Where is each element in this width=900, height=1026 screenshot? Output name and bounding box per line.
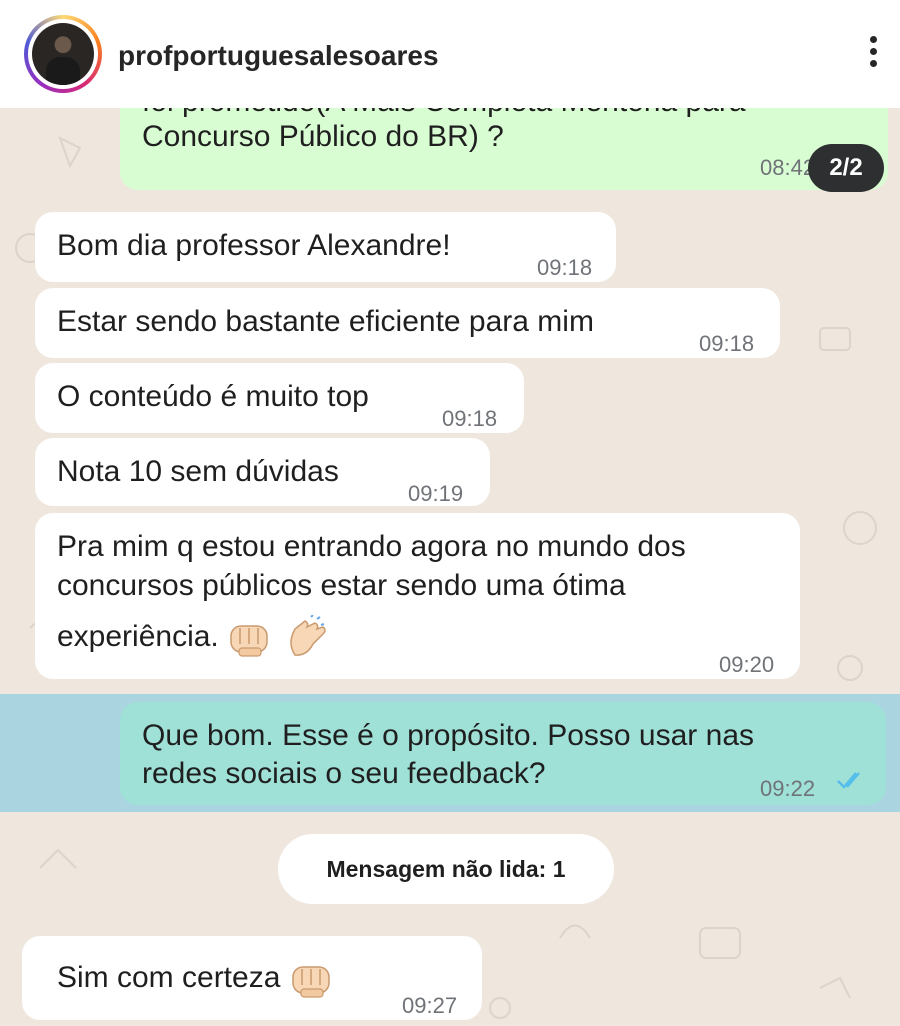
- more-options-icon[interactable]: [866, 36, 880, 72]
- message-text: O conteúdo é muito top: [57, 380, 369, 413]
- message-text: Sim com certeza: [57, 961, 281, 994]
- message-text: Nota 10 sem dúvidas: [57, 455, 339, 488]
- avatar-image: [32, 23, 94, 85]
- message-text: Concurso Público do BR) ?: [142, 120, 504, 153]
- incoming-message[interactable]: Bom dia professor Alexandre! 09:18: [35, 212, 616, 282]
- incoming-message[interactable]: O conteúdo é muito top 09:18: [35, 363, 524, 433]
- avatar[interactable]: [24, 15, 102, 93]
- message-time: 09:18: [442, 406, 498, 431]
- message-text: redes sociais o seu feedback?: [142, 757, 546, 790]
- message-time: 09:27: [402, 993, 458, 1018]
- read-receipt-icon: [837, 772, 860, 789]
- message-text: experiência.: [57, 619, 219, 653]
- clapping-hands-emoji-icon: [290, 615, 327, 656]
- message-time: 09:18: [537, 255, 593, 280]
- outgoing-message[interactable]: Que bom. Esse é o propósito. Posso usar …: [120, 702, 886, 805]
- incoming-message[interactable]: Pra mim q estou entrando agora no mundo …: [35, 513, 800, 679]
- incoming-message[interactable]: Nota 10 sem dúvidas 09:19: [35, 438, 490, 506]
- message-time: 09:22: [760, 776, 816, 801]
- chat-header: profportuguesalesoares: [0, 0, 900, 108]
- message-time: 09:18: [699, 331, 755, 356]
- message-text: concursos públicos estar sendo uma ótima: [57, 569, 626, 602]
- message-text: Bom dia professor Alexandre!: [57, 229, 451, 262]
- fist-emoji-icon: [230, 625, 268, 657]
- incoming-message[interactable]: Estar sendo bastante eficiente para mim …: [35, 288, 780, 358]
- message-time: 09:19: [408, 481, 464, 506]
- message-text: Que bom. Esse é o propósito. Posso usar …: [142, 719, 754, 752]
- chat-area: foi prometido(A Mais Completa Mentoria p…: [0, 85, 900, 1024]
- fist-emoji-icon: [291, 966, 330, 998]
- message-text: Pra mim q estou entrando agora no mundo …: [57, 530, 686, 563]
- message-text: Estar sendo bastante eficiente para mim: [57, 305, 594, 338]
- message-time: 08:42: [760, 155, 816, 180]
- username[interactable]: profportuguesalesoares: [118, 40, 439, 72]
- incoming-message[interactable]: Sim com certeza 09:27: [22, 936, 482, 1020]
- unread-messages-banner: Mensagem não lida: 1: [278, 834, 614, 904]
- message-time: 09:20: [719, 652, 775, 677]
- page-indicator: 2/2: [808, 144, 884, 192]
